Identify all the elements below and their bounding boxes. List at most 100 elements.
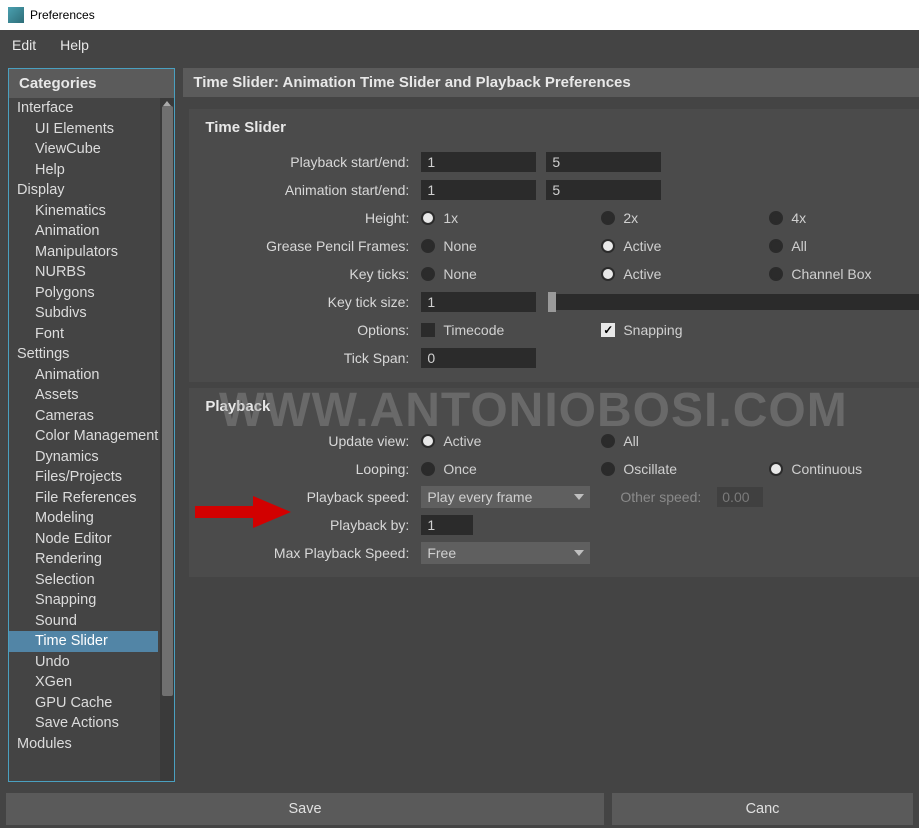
menu-edit[interactable]: Edit — [12, 37, 36, 53]
sidebar-item-viewcube[interactable]: ViewCube — [9, 139, 158, 160]
sidebar-item-sound[interactable]: Sound — [9, 611, 158, 632]
radio-loop-oscillate[interactable] — [601, 462, 615, 476]
scroll-thumb[interactable] — [162, 106, 173, 696]
check-timecode[interactable] — [421, 323, 435, 337]
radio-label-keyticks-channelbox: Channel Box — [791, 266, 871, 282]
sidebar-item-animation[interactable]: Animation — [9, 221, 158, 242]
radio-loop-once[interactable] — [421, 462, 435, 476]
sidebar-item-time-slider[interactable]: Time Slider — [9, 631, 158, 652]
check-label-timecode: Timecode — [443, 322, 504, 338]
radio-label-keyticks-active: Active — [623, 266, 661, 282]
input-other-speed — [717, 487, 763, 507]
input-playback-start[interactable] — [421, 152, 536, 172]
sidebar-item-rendering[interactable]: Rendering — [9, 549, 158, 570]
radio-update-active[interactable] — [421, 434, 435, 448]
select-value-max-speed: Free — [421, 542, 567, 564]
cancel-button[interactable]: Canc — [612, 793, 913, 825]
check-label-snapping: Snapping — [623, 322, 682, 338]
radio-label-loop-once: Once — [443, 461, 476, 477]
sidebar-item-settings[interactable]: Settings — [9, 344, 158, 365]
sidebar-item-polygons[interactable]: Polygons — [9, 283, 158, 304]
label-keyticks: Key ticks: — [191, 266, 411, 282]
bottombar: Save Canc — [0, 790, 919, 828]
window-title: Preferences — [30, 8, 95, 22]
sidebar-item-modeling[interactable]: Modeling — [9, 508, 158, 529]
section-playback: Playback Update view: Active All Looping… — [189, 388, 919, 577]
select-max-playback-speed[interactable]: Free — [421, 542, 590, 564]
radio-grease-none[interactable] — [421, 239, 435, 253]
titlebar: Preferences — [0, 0, 919, 30]
sidebar: Categories InterfaceUI ElementsViewCubeH… — [8, 68, 175, 782]
sidebar-item-display[interactable]: Display — [9, 180, 158, 201]
slider-keytick-size[interactable] — [548, 294, 919, 310]
section-title-time-slider: Time Slider — [189, 109, 919, 150]
select-playback-speed[interactable]: Play every frame — [421, 486, 590, 508]
label-tick-span: Tick Span: — [191, 350, 411, 366]
sidebar-item-selection[interactable]: Selection — [9, 570, 158, 591]
sidebar-item-files-projects[interactable]: Files/Projects — [9, 467, 158, 488]
sidebar-item-save-actions[interactable]: Save Actions — [9, 713, 158, 734]
sidebar-item-nurbs[interactable]: NURBS — [9, 262, 158, 283]
sidebar-item-node-editor[interactable]: Node Editor — [9, 529, 158, 550]
sidebar-item-modules[interactable]: Modules — [9, 734, 158, 755]
label-options: Options: — [191, 322, 411, 338]
radio-height-4x[interactable] — [769, 211, 783, 225]
sidebar-item-subdivs[interactable]: Subdivs — [9, 303, 158, 324]
label-other-speed: Other speed: — [620, 489, 701, 505]
section-title-playback: Playback — [189, 388, 919, 429]
sidebar-header: Categories — [9, 69, 174, 98]
label-playback-start-end: Playback start/end: — [191, 154, 411, 170]
sidebar-item-kinematics[interactable]: Kinematics — [9, 201, 158, 222]
sidebar-item-color-management[interactable]: Color Management — [9, 426, 158, 447]
sidebar-item-xgen[interactable]: XGen — [9, 672, 158, 693]
label-grease: Grease Pencil Frames: — [191, 238, 411, 254]
radio-update-all[interactable] — [601, 434, 615, 448]
save-button[interactable]: Save — [6, 793, 604, 825]
menu-help[interactable]: Help — [60, 37, 89, 53]
sidebar-item-manipulators[interactable]: Manipulators — [9, 242, 158, 263]
sidebar-item-animation[interactable]: Animation — [9, 365, 158, 386]
input-tick-span[interactable] — [421, 348, 536, 368]
section-time-slider: Time Slider Playback start/end: Animatio… — [189, 109, 919, 382]
sidebar-item-dynamics[interactable]: Dynamics — [9, 447, 158, 468]
sidebar-item-interface[interactable]: Interface — [9, 98, 158, 119]
radio-label-loop-continuous: Continuous — [791, 461, 862, 477]
input-playback-by[interactable] — [421, 515, 473, 535]
sidebar-item-assets[interactable]: Assets — [9, 385, 158, 406]
sidebar-item-cameras[interactable]: Cameras — [9, 406, 158, 427]
label-height: Height: — [191, 210, 411, 226]
input-anim-start[interactable] — [421, 180, 536, 200]
main: Categories InterfaceUI ElementsViewCubeH… — [0, 60, 919, 790]
sidebar-item-snapping[interactable]: Snapping — [9, 590, 158, 611]
chevron-down-icon[interactable] — [568, 542, 590, 564]
sidebar-item-help[interactable]: Help — [9, 160, 158, 181]
radio-keyticks-none[interactable] — [421, 267, 435, 281]
radio-height-2x[interactable] — [601, 211, 615, 225]
radio-label-height-4x: 4x — [791, 210, 806, 226]
radio-label-height-1x: 1x — [443, 210, 458, 226]
radio-loop-continuous[interactable] — [769, 462, 783, 476]
category-list[interactable]: InterfaceUI ElementsViewCubeHelpDisplayK… — [9, 98, 174, 781]
radio-grease-all[interactable] — [769, 239, 783, 253]
check-snapping[interactable]: ✓ — [601, 323, 615, 337]
sidebar-item-font[interactable]: Font — [9, 324, 158, 345]
scrollbar[interactable] — [160, 98, 174, 781]
sidebar-item-undo[interactable]: Undo — [9, 652, 158, 673]
radio-keyticks-active[interactable] — [601, 267, 615, 281]
slider-thumb[interactable] — [548, 292, 556, 312]
input-anim-end[interactable] — [546, 180, 661, 200]
sidebar-item-ui-elements[interactable]: UI Elements — [9, 119, 158, 140]
radio-height-1x[interactable] — [421, 211, 435, 225]
radio-label-grease-all: All — [791, 238, 807, 254]
radio-label-grease-none: None — [443, 238, 476, 254]
sidebar-item-gpu-cache[interactable]: GPU Cache — [9, 693, 158, 714]
input-keytick-size[interactable] — [421, 292, 536, 312]
input-playback-end[interactable] — [546, 152, 661, 172]
label-looping: Looping: — [191, 461, 411, 477]
radio-keyticks-channelbox[interactable] — [769, 267, 783, 281]
content-panel: Time Slider: Animation Time Slider and P… — [183, 68, 919, 782]
radio-grease-active[interactable] — [601, 239, 615, 253]
content-header: Time Slider: Animation Time Slider and P… — [183, 68, 919, 97]
sidebar-item-file-references[interactable]: File References — [9, 488, 158, 509]
chevron-down-icon[interactable] — [568, 486, 590, 508]
